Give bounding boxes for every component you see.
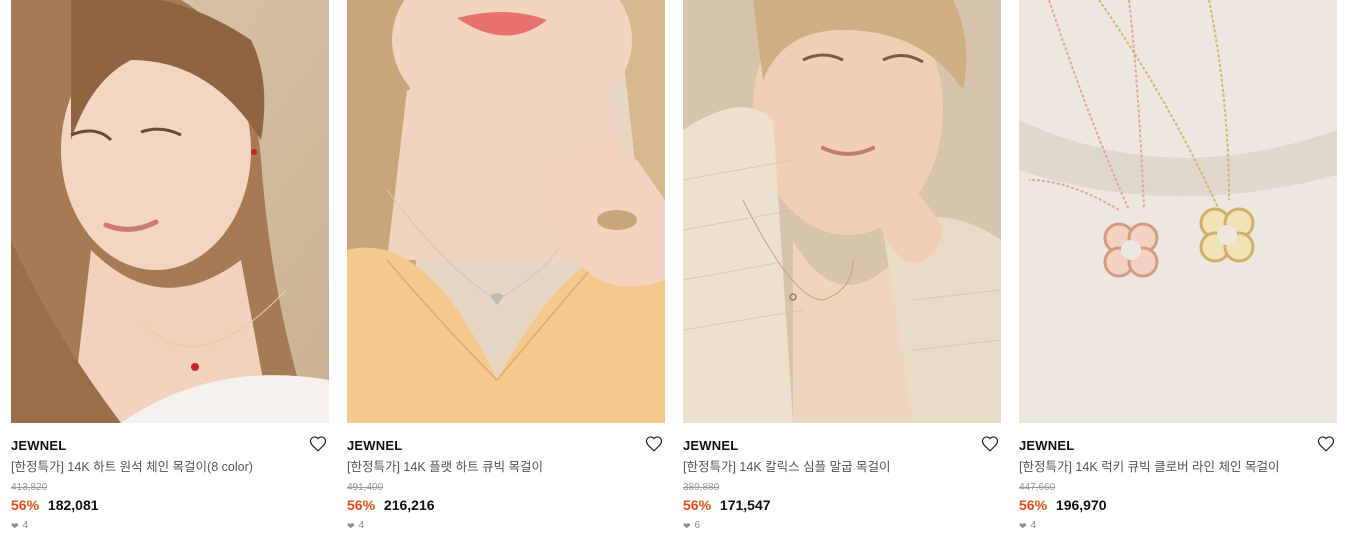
product-card[interactable]: JEWNEL [한정특가] 14K 칼릭스 심플 말굽 목걸이 389,880 …	[683, 0, 1001, 539]
heart-icon[interactable]	[309, 435, 329, 455]
original-price: 447,660	[1019, 482, 1056, 493]
sale-price: 182,081	[47, 497, 99, 513]
sale-price: 196,970	[1055, 497, 1107, 513]
product-image[interactable]	[683, 0, 1001, 423]
like-count: ❤ 4	[11, 520, 329, 532]
like-count: ❤ 4	[1019, 520, 1337, 532]
brand-name[interactable]: JEWNEL	[347, 438, 402, 453]
product-card[interactable]: JEWNEL [한정특가] 14K 플랫 하트 큐빅 목걸이 491,400 5…	[347, 0, 665, 539]
brand-name[interactable]: JEWNEL	[683, 438, 738, 453]
discount-rate: 56%	[1019, 497, 1048, 513]
product-title[interactable]: [한정특가] 14K 칼릭스 심플 말굽 목걸이	[683, 459, 1001, 476]
heart-icon[interactable]	[645, 435, 665, 455]
like-count: ❤ 4	[347, 520, 665, 532]
product-image[interactable]	[347, 0, 665, 423]
sale-price: 216,216	[383, 497, 435, 513]
price-row: 56% 171,547	[683, 496, 1001, 514]
product-title[interactable]: [한정특가] 14K 하트 원석 체인 목걸이(8 color)	[11, 459, 329, 476]
product-image[interactable]	[1019, 0, 1337, 423]
product-card[interactable]: JEWNEL [한정특가] 14K 럭키 큐빅 클로버 라인 체인 목걸이 44…	[1019, 0, 1337, 539]
discount-rate: 56%	[347, 497, 376, 513]
product-grid: JEWNEL [한정특가] 14K 하트 원석 체인 목걸이(8 color) …	[0, 0, 1347, 539]
like-count: ❤ 6	[683, 520, 1001, 532]
original-price: 389,880	[683, 482, 720, 493]
price-row: 56% 182,081	[11, 496, 329, 514]
like-count-value: 6	[694, 520, 701, 531]
heart-small-icon: ❤	[11, 521, 19, 531]
like-count-value: 4	[1030, 520, 1037, 531]
brand-name[interactable]: JEWNEL	[1019, 438, 1074, 453]
heart-icon[interactable]	[981, 435, 1001, 455]
like-count-value: 4	[358, 520, 365, 531]
heart-icon[interactable]	[1317, 435, 1337, 455]
heart-small-icon: ❤	[347, 521, 355, 531]
heart-small-icon: ❤	[1019, 521, 1027, 531]
original-price: 413,820	[11, 482, 48, 493]
sale-price: 171,547	[719, 497, 771, 513]
price-row: 56% 196,970	[1019, 496, 1337, 514]
discount-rate: 56%	[683, 497, 712, 513]
brand-name[interactable]: JEWNEL	[11, 438, 66, 453]
product-title[interactable]: [한정특가] 14K 럭키 큐빅 클로버 라인 체인 목걸이	[1019, 459, 1337, 476]
discount-rate: 56%	[11, 497, 40, 513]
product-title[interactable]: [한정특가] 14K 플랫 하트 큐빅 목걸이	[347, 459, 665, 476]
product-image[interactable]	[11, 0, 329, 423]
price-row: 56% 216,216	[347, 496, 665, 514]
original-price: 491,400	[347, 482, 384, 493]
like-count-value: 4	[22, 520, 29, 531]
heart-small-icon: ❤	[683, 521, 691, 531]
product-card[interactable]: JEWNEL [한정특가] 14K 하트 원석 체인 목걸이(8 color) …	[11, 0, 329, 539]
